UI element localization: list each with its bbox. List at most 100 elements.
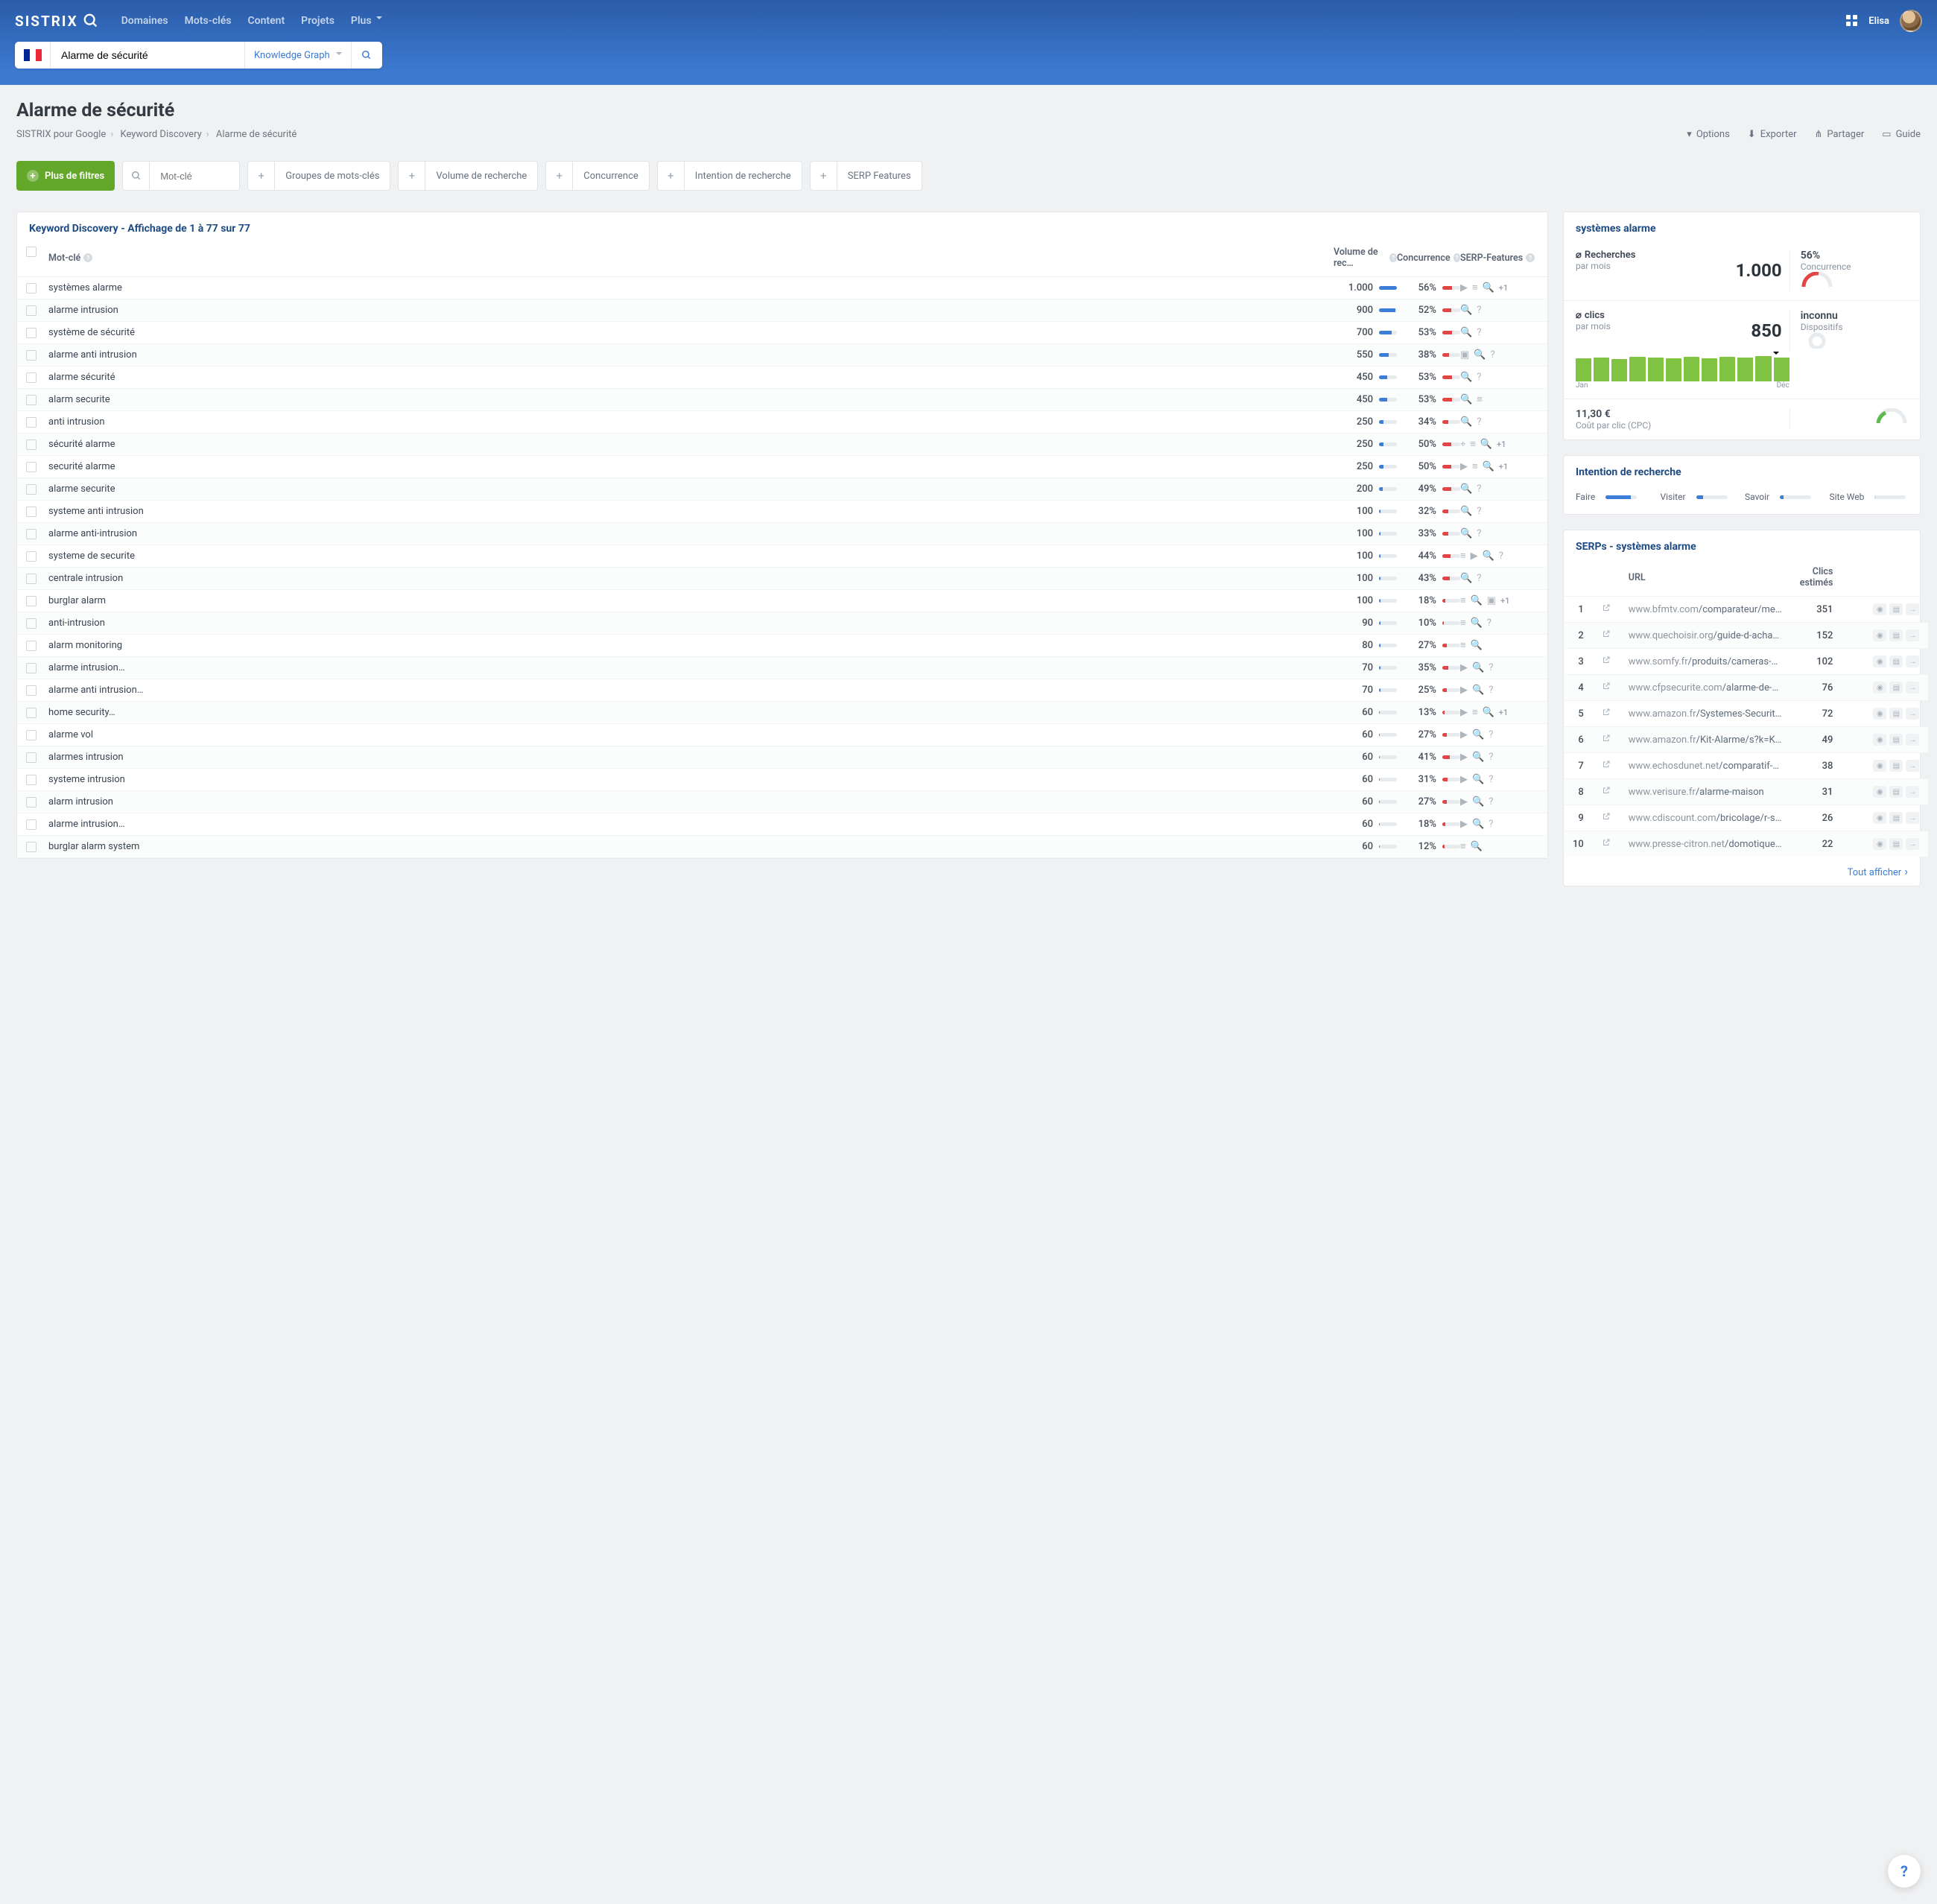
chart-icon[interactable]: ▤ — [1889, 603, 1903, 615]
table-row[interactable]: alarm securite 450 53% 🔍≡ — [17, 389, 1547, 411]
url-cell[interactable]: www.bfmtv.com/comparateur/meilleu… — [1620, 597, 1791, 623]
row-checkbox[interactable] — [26, 462, 37, 472]
user-name[interactable]: Elisa — [1868, 16, 1889, 27]
url-cell[interactable]: www.cdiscount.com/bricolage/r-syste… — [1620, 805, 1791, 831]
row-checkbox[interactable] — [26, 417, 37, 428]
row-checkbox[interactable] — [26, 372, 37, 383]
table-row[interactable]: home security… 60 13% ▶≡🔍+1 — [17, 702, 1547, 724]
keyword-filter[interactable] — [122, 161, 240, 191]
external-link-icon[interactable] — [1602, 811, 1611, 822]
row-checkbox[interactable] — [26, 819, 37, 830]
crumb-root[interactable]: SISTRIX pour Google — [16, 129, 106, 140]
serp-row[interactable]: 6 www.amazon.fr/Kit-Alarme/s?k=Kit+Al… 4… — [1564, 727, 1928, 753]
row-checkbox[interactable] — [26, 283, 37, 293]
table-row[interactable]: systeme intrusion 60 31% ▶🔍? — [17, 769, 1547, 791]
guide-button[interactable]: ▭Guide — [1882, 129, 1921, 140]
eye-icon[interactable]: ◉ — [1873, 786, 1886, 798]
url-cell[interactable]: www.somfy.fr/produits/cameras-et-ala… — [1620, 649, 1791, 675]
row-checkbox[interactable] — [26, 797, 37, 807]
row-checkbox[interactable] — [26, 484, 37, 495]
arrow-icon[interactable]: → — [1906, 656, 1919, 667]
keyword-cell[interactable]: securité alarme — [48, 461, 1334, 472]
table-row[interactable]: burglar alarm system 60 12% ≡🔍 — [17, 836, 1547, 858]
keyword-cell[interactable]: alarme securite — [48, 483, 1334, 495]
external-link-icon[interactable] — [1602, 655, 1611, 665]
avatar[interactable] — [1900, 10, 1922, 32]
intent-filter[interactable]: +Intention de recherche — [657, 161, 802, 191]
table-row[interactable]: systèmes alarme 1.000 56% ▶≡🔍+1 — [17, 277, 1547, 299]
nav-mots-cles[interactable]: Mots-clés — [185, 15, 232, 27]
chart-icon[interactable]: ▤ — [1889, 656, 1903, 667]
more-filters-button[interactable]: +Plus de filtres — [16, 161, 115, 191]
search-input[interactable] — [51, 42, 244, 69]
keyword-cell[interactable]: systeme de securite — [48, 550, 1334, 562]
eye-icon[interactable]: ◉ — [1873, 682, 1886, 694]
serp-row[interactable]: 2 www.quechoisir.org/guide-d-achat-alar…… — [1564, 623, 1928, 649]
external-link-icon[interactable] — [1602, 733, 1611, 743]
nav-plus[interactable]: Plus — [351, 15, 382, 27]
url-cell[interactable]: www.quechoisir.org/guide-d-achat-alar… — [1620, 623, 1791, 649]
table-row[interactable]: alarme anti-intrusion 100 33% 🔍? — [17, 523, 1547, 545]
external-link-icon[interactable] — [1602, 629, 1611, 639]
serp-row[interactable]: 8 www.verisure.fr/alarme-maison 31 ◉▤→ — [1564, 779, 1928, 805]
table-row[interactable]: alarme securite 200 49% 🔍? — [17, 478, 1547, 501]
nav-projets[interactable]: Projets — [301, 15, 335, 27]
url-cell[interactable]: www.echosdunet.net/comparatif-alar… — [1620, 753, 1791, 779]
search-type-dropdown[interactable]: Knowledge Graph — [244, 42, 351, 69]
url-cell[interactable]: www.amazon.fr/Systemes-Securite-M… — [1620, 701, 1791, 727]
row-checkbox[interactable] — [26, 685, 37, 696]
url-cell[interactable]: www.verisure.fr/alarme-maison — [1620, 779, 1791, 805]
keyword-cell[interactable]: home security… — [48, 707, 1334, 718]
serp-row[interactable]: 3 www.somfy.fr/produits/cameras-et-ala… … — [1564, 649, 1928, 675]
crumb-discovery[interactable]: Keyword Discovery — [120, 129, 201, 140]
row-checkbox[interactable] — [26, 842, 37, 852]
serp-row[interactable]: 10 www.presse-citron.net/domotique/alar…… — [1564, 831, 1928, 857]
chart-icon[interactable]: ▤ — [1889, 812, 1903, 824]
eye-icon[interactable]: ◉ — [1873, 603, 1886, 615]
keyword-cell[interactable]: alarm intrusion — [48, 796, 1334, 807]
eye-icon[interactable]: ◉ — [1873, 838, 1886, 850]
url-cell[interactable]: www.amazon.fr/Kit-Alarme/s?k=Kit+Al… — [1620, 727, 1791, 753]
arrow-icon[interactable]: → — [1906, 682, 1919, 694]
url-cell[interactable]: www.cfpsecurite.com/alarme-de-mais… — [1620, 675, 1791, 701]
row-checkbox[interactable] — [26, 663, 37, 673]
eye-icon[interactable]: ◉ — [1873, 708, 1886, 720]
chart-icon[interactable]: ▤ — [1889, 629, 1903, 641]
serp-row[interactable]: 5 www.amazon.fr/Systemes-Securite-M… 72 … — [1564, 701, 1928, 727]
eye-icon[interactable]: ◉ — [1873, 760, 1886, 772]
table-row[interactable]: systeme de securite 100 44% ≡▶🔍? — [17, 545, 1547, 568]
keyword-cell[interactable]: anti intrusion — [48, 416, 1334, 428]
table-row[interactable]: alarme sécurité 450 53% 🔍? — [17, 366, 1547, 389]
serp-row[interactable]: 1 www.bfmtv.com/comparateur/meilleu… 351… — [1564, 597, 1928, 623]
table-row[interactable]: burglar alarm 100 18% ≡🔍▣+1 — [17, 590, 1547, 612]
row-checkbox[interactable] — [26, 439, 37, 450]
row-checkbox[interactable] — [26, 395, 37, 405]
table-row[interactable]: anti-intrusion 90 10% ≡🔍? — [17, 612, 1547, 635]
row-checkbox[interactable] — [26, 618, 37, 629]
keyword-cell[interactable]: alarme anti intrusion — [48, 349, 1334, 361]
arrow-icon[interactable]: → — [1906, 760, 1919, 772]
row-checkbox[interactable] — [26, 551, 37, 562]
table-row[interactable]: anti intrusion 250 34% 🔍? — [17, 411, 1547, 434]
table-row[interactable]: alarm intrusion 60 27% ▶🔍? — [17, 791, 1547, 813]
keyword-cell[interactable]: systeme intrusion — [48, 774, 1334, 785]
eye-icon[interactable]: ◉ — [1873, 812, 1886, 824]
url-cell[interactable]: www.presse-citron.net/domotique/alar… — [1620, 831, 1791, 857]
keyword-cell[interactable]: burglar alarm system — [48, 841, 1334, 852]
row-checkbox[interactable] — [26, 596, 37, 606]
serp-row[interactable]: 4 www.cfpsecurite.com/alarme-de-mais… 76… — [1564, 675, 1928, 701]
arrow-icon[interactable]: → — [1906, 812, 1919, 824]
serp-features-filter[interactable]: +SERP Features — [810, 161, 922, 191]
keyword-cell[interactable]: alarme anti intrusion… — [48, 685, 1334, 696]
keyword-cell[interactable]: alarmes intrusion — [48, 752, 1334, 763]
table-row[interactable]: systeme anti intrusion 100 32% 🔍? — [17, 501, 1547, 523]
country-selector[interactable] — [15, 42, 51, 69]
competition-filter[interactable]: +Concurrence — [545, 161, 650, 191]
chart-icon[interactable]: ▤ — [1889, 786, 1903, 798]
arrow-icon[interactable]: → — [1906, 603, 1919, 615]
chart-icon[interactable]: ▤ — [1889, 838, 1903, 850]
groups-filter[interactable]: +Groupes de mots-clés — [247, 161, 390, 191]
table-row[interactable]: système de sécurité 700 53% 🔍? — [17, 322, 1547, 344]
row-checkbox[interactable] — [26, 752, 37, 763]
row-checkbox[interactable] — [26, 708, 37, 718]
